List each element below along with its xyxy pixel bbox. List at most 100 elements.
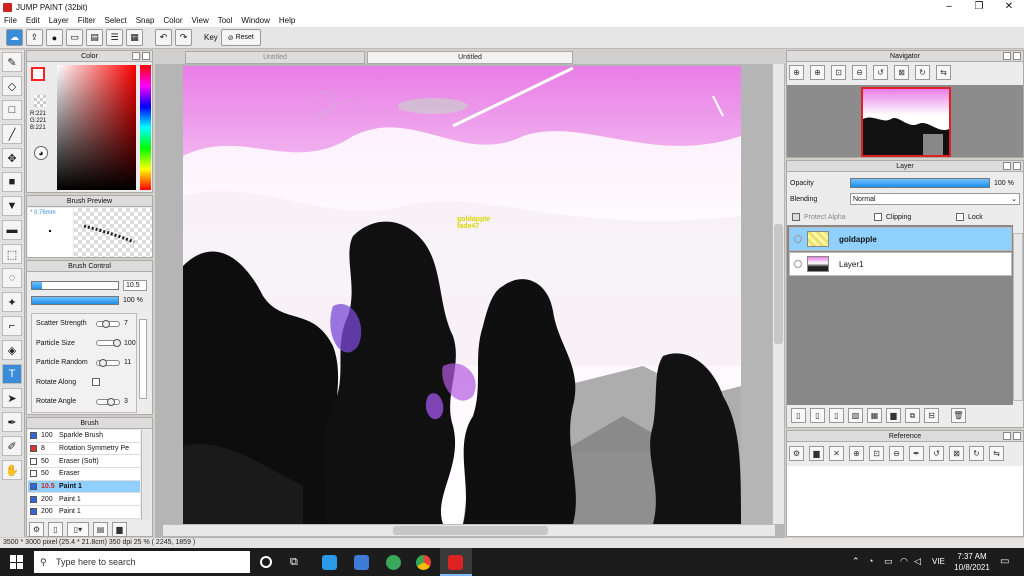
ref-rotate-right-icon[interactable]: ↻ — [969, 446, 984, 461]
canvas-vertical-scrollbar[interactable] — [772, 64, 784, 524]
lasso-select-tool-icon[interactable]: ◌ — [2, 268, 22, 288]
layer-list-scrollbar[interactable] — [1013, 233, 1023, 401]
chrome-icon[interactable] — [416, 555, 431, 570]
new-layer-2-icon[interactable]: ▯ — [810, 408, 825, 423]
rectangle-tool-icon[interactable]: □ — [2, 100, 22, 120]
brush-size-slider[interactable] — [31, 281, 119, 290]
palette-icon[interactable]: ◕ — [34, 146, 48, 160]
visibility-icon[interactable] — [794, 235, 802, 243]
language-indicator[interactable]: VIE — [932, 557, 945, 566]
layer-folder-icon[interactable]: ▆ — [886, 408, 901, 423]
gradient-tool-icon[interactable]: ▬ — [2, 220, 22, 240]
clock[interactable]: 7:37 AM 10/8/2021 — [952, 551, 992, 573]
foreground-color-swatch[interactable] — [31, 67, 45, 81]
ref-fit-icon[interactable]: ⊡ — [869, 446, 884, 461]
panel-float-icon[interactable] — [1003, 52, 1011, 60]
export-icon[interactable]: ⇪ — [26, 29, 43, 46]
store-icon[interactable] — [354, 555, 369, 570]
comment-icon[interactable]: ▭ — [66, 29, 83, 46]
hand-tool-icon[interactable]: ✋ — [2, 460, 22, 480]
fit-icon[interactable]: ⊡ — [831, 65, 846, 80]
ref-rotate-left-icon[interactable]: ↺ — [929, 446, 944, 461]
new-brush-icon[interactable]: ▯ — [48, 522, 63, 537]
hue-slider[interactable] — [140, 65, 151, 190]
visibility-icon[interactable] — [794, 260, 802, 268]
menu-window[interactable]: Window — [241, 16, 269, 25]
layer-row-layer1[interactable]: Layer1 — [789, 252, 1012, 276]
panel-float-icon[interactable] — [1003, 432, 1011, 440]
eraser-tool-icon[interactable]: ◇ — [2, 76, 22, 96]
page-icon[interactable]: ▦ — [126, 29, 143, 46]
transparent-swatch[interactable] — [34, 95, 46, 107]
param-scrollbar[interactable] — [139, 319, 147, 399]
bucket-tool-icon[interactable]: ▼ — [2, 196, 22, 216]
select-eraser-tool-icon[interactable]: ◈ — [2, 340, 22, 360]
brush-param-slider[interactable] — [96, 339, 121, 348]
slider-knob[interactable] — [106, 397, 115, 406]
canvas-horizontal-scrollbar[interactable] — [163, 524, 775, 536]
raster-layer-icon[interactable]: ▦ — [867, 408, 882, 423]
horizontal-scroll-thumb[interactable] — [393, 526, 548, 535]
undo-icon[interactable]: ↶ — [155, 29, 172, 46]
brush-list-item[interactable]: 100 Sparkle Brush — [28, 430, 140, 443]
app-green-icon[interactable] — [386, 555, 401, 570]
menu-help[interactable]: Help — [279, 16, 295, 25]
panel-close-icon[interactable] — [1013, 162, 1021, 170]
ref-close-icon[interactable]: ✕ — [829, 446, 844, 461]
brush-settings-icon[interactable]: ⚙ — [29, 522, 44, 537]
panel-float-icon[interactable] — [1003, 162, 1011, 170]
ref-flip-icon[interactable]: ⇆ — [989, 446, 1004, 461]
battery-icon[interactable]: ▭ — [884, 556, 893, 567]
magic-wand-tool-icon[interactable]: ✦ — [2, 292, 22, 312]
protect-alpha-checkbox[interactable] — [792, 213, 800, 221]
drawing-canvas[interactable]: goldapple fade47 — [183, 66, 741, 524]
maximize-button[interactable]: ❐ — [964, 0, 994, 14]
clipping-checkbox[interactable] — [874, 213, 882, 221]
reference-canvas[interactable] — [787, 466, 1023, 536]
network-icon[interactable]: ◔ — [868, 556, 873, 566]
panel-float-icon[interactable] — [132, 52, 140, 60]
reset-button[interactable]: ⊘ Reset — [220, 29, 261, 46]
delete-layer-icon[interactable]: 🗑 — [951, 408, 966, 423]
volume-icon[interactable]: ◁ — [914, 556, 921, 567]
brush-list-item[interactable]: 50 Eraser — [28, 468, 140, 481]
cortana-icon[interactable] — [260, 556, 272, 568]
slider-knob[interactable] — [113, 339, 121, 348]
windows-start-icon[interactable] — [10, 555, 24, 569]
close-button[interactable]: ✕ — [994, 0, 1024, 14]
fit-screen-icon[interactable]: ⊠ — [894, 65, 909, 80]
pen-tool-icon[interactable]: ✐ — [2, 436, 22, 456]
tab-untitled-1[interactable]: Untitled — [185, 51, 365, 64]
ref-settings-icon[interactable]: ⚙ — [789, 446, 804, 461]
operation-tool-icon[interactable]: ➤ — [2, 388, 22, 408]
menu-snap[interactable]: Snap — [136, 16, 155, 25]
menu-view[interactable]: View — [192, 16, 209, 25]
brush-size-value[interactable]: 10.5 — [123, 280, 147, 291]
line-tool-icon[interactable]: ╱ — [2, 124, 22, 144]
tray-chevron-icon[interactable]: ⌃ — [852, 556, 860, 567]
ref-zoom-in-icon[interactable]: ⊕ — [849, 446, 864, 461]
ref-open-icon[interactable]: ▆ — [809, 446, 824, 461]
redo-icon[interactable]: ↷ — [175, 29, 192, 46]
rotate-left-icon[interactable]: ↺ — [873, 65, 888, 80]
brush-list-item[interactable]: 8 Rotation Symmetry Pe — [28, 442, 140, 456]
zoom-out-icon[interactable]: ⊖ — [852, 65, 867, 80]
move-tool-icon[interactable]: ✥ — [2, 148, 22, 168]
slider-knob[interactable] — [101, 319, 110, 328]
flip-icon[interactable]: ⇆ — [936, 65, 951, 80]
task-view-icon[interactable]: ⧉ — [290, 556, 298, 569]
layer-opacity-slider[interactable] — [850, 178, 990, 188]
ref-fit-screen-icon[interactable]: ⊠ — [949, 446, 964, 461]
navigator-thumbnail[interactable] — [861, 87, 951, 157]
select-pen-tool-icon[interactable]: ⌐ — [2, 316, 22, 336]
menu-layer[interactable]: Layer — [49, 16, 69, 25]
menu-tool[interactable]: Tool — [218, 16, 233, 25]
folder-icon[interactable]: ▆ — [112, 522, 127, 537]
brush-list-item[interactable]: 50 Eraser (Soft) — [28, 455, 140, 469]
tone-layer-icon[interactable]: ▧ — [848, 408, 863, 423]
brush-list-scrollbar[interactable] — [141, 430, 151, 520]
menu-color[interactable]: Color — [163, 16, 182, 25]
panel-close-icon[interactable] — [1013, 432, 1021, 440]
brush-param-slider[interactable] — [96, 397, 120, 406]
panel-close-icon[interactable] — [1013, 52, 1021, 60]
